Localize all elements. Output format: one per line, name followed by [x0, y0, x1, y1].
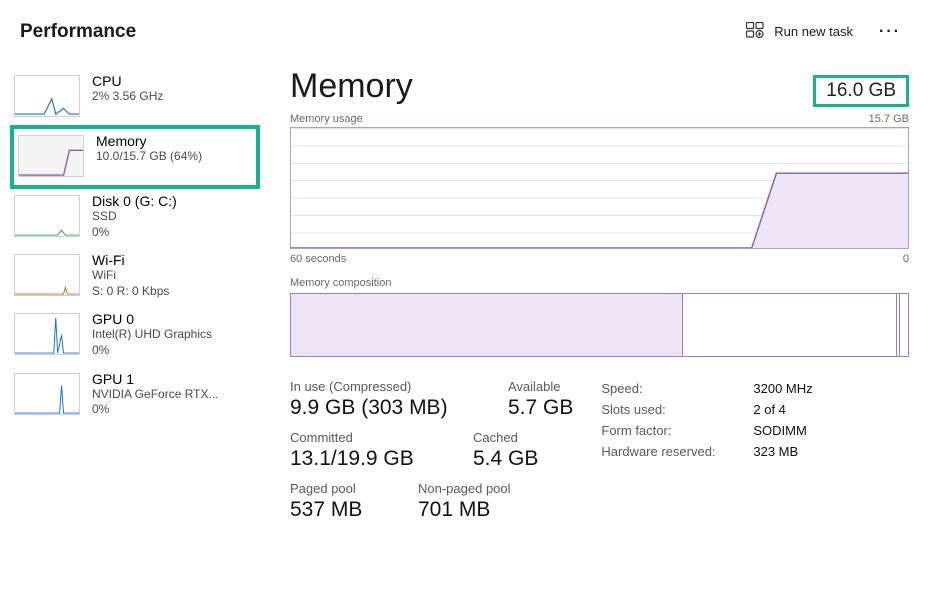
- gpu1-thumb: [14, 373, 80, 415]
- committed-label: Committed: [290, 430, 445, 445]
- sidebar-item-sub: Intel(R) UHD Graphics: [92, 327, 212, 343]
- sidebar-item-sub: 10.0/15.7 GB (64%): [96, 149, 202, 165]
- nonpaged-value: 701 MB: [418, 498, 511, 522]
- committed-value: 13.1/19.9 GB: [290, 447, 445, 471]
- composition-label: Memory composition: [290, 277, 909, 289]
- sidebar-item-label: Disk 0 (G: C:): [92, 193, 177, 209]
- hw-formfactor-val: SODIMM: [753, 423, 806, 438]
- hardware-info: Speed: 3200 MHz Slots used: 2 of 4 Form …: [601, 381, 812, 532]
- memory-thumb: [18, 135, 84, 177]
- sidebar-item-sub2: S: 0 R: 0 Kbps: [92, 284, 169, 300]
- page-title: Performance: [20, 21, 136, 43]
- usage-chart-max: 15.7 GB: [869, 113, 909, 125]
- sidebar-item-cpu[interactable]: CPU 2% 3.56 GHz: [10, 69, 260, 125]
- hw-formfactor-key: Form factor:: [601, 423, 741, 438]
- sidebar-item-gpu0[interactable]: GPU 0 Intel(R) UHD Graphics 0%: [10, 307, 260, 366]
- cpu-thumb: [14, 75, 80, 117]
- cached-label: Cached: [473, 430, 538, 445]
- sidebar-item-memory[interactable]: Memory 10.0/15.7 GB (64%): [10, 125, 260, 189]
- sidebar-item-sub: SSD: [92, 209, 177, 225]
- gpu0-thumb: [14, 313, 80, 355]
- disk-thumb: [14, 195, 80, 237]
- x-axis-left: 60 seconds: [290, 253, 346, 265]
- hw-speed-val: 3200 MHz: [753, 381, 812, 396]
- capacity-badge: 16.0 GB: [813, 75, 909, 107]
- composition-in-use: [291, 294, 683, 356]
- composition-tail: [900, 294, 908, 356]
- sidebar-item-label: Wi-Fi: [92, 252, 169, 268]
- sidebar-item-sub: WiFi: [92, 268, 169, 284]
- sidebar-item-label: Memory: [96, 133, 202, 149]
- x-axis-right: 0: [903, 253, 909, 265]
- hw-reserved-key: Hardware reserved:: [601, 444, 741, 459]
- in-use-label: In use (Compressed): [290, 379, 480, 394]
- sidebar-item-wifi[interactable]: Wi-Fi WiFi S: 0 R: 0 Kbps: [10, 248, 260, 307]
- paged-value: 537 MB: [290, 498, 390, 522]
- memory-usage-chart: [290, 127, 909, 249]
- composition-available: [683, 294, 896, 356]
- paged-label: Paged pool: [290, 481, 390, 496]
- sidebar-item-label: GPU 0: [92, 311, 212, 327]
- main-panel: Memory 16.0 GB Memory usage 15.7 GB 60 s…: [260, 57, 927, 599]
- sidebar-item-sub: 2% 3.56 GHz: [92, 89, 163, 105]
- available-label: Available: [508, 379, 573, 394]
- nonpaged-label: Non-paged pool: [418, 481, 511, 496]
- sidebar-item-label: GPU 1: [92, 371, 218, 387]
- memory-composition-bar: [290, 293, 909, 357]
- more-options-button[interactable]: ···: [875, 19, 905, 45]
- wifi-thumb: [14, 254, 80, 296]
- sidebar-item-sub: NVIDIA GeForce RTX...: [92, 387, 218, 403]
- main-title: Memory: [290, 67, 413, 106]
- hw-slots-key: Slots used:: [601, 402, 741, 417]
- sidebar-item-sub2: 0%: [92, 402, 218, 418]
- header-actions: Run new task ···: [742, 18, 905, 45]
- run-task-label: Run new task: [774, 24, 853, 39]
- run-new-task-button[interactable]: Run new task: [742, 18, 857, 45]
- sidebar-item-gpu1[interactable]: GPU 1 NVIDIA GeForce RTX... 0%: [10, 367, 260, 426]
- cached-value: 5.4 GB: [473, 447, 538, 471]
- sidebar: CPU 2% 3.56 GHz Memory 10.0/15.7 GB (64%…: [0, 57, 260, 599]
- sidebar-item-disk0[interactable]: Disk 0 (G: C:) SSD 0%: [10, 189, 260, 248]
- in-use-value: 9.9 GB (303 MB): [290, 396, 480, 420]
- sidebar-item-sub2: 0%: [92, 343, 212, 359]
- hw-slots-val: 2 of 4: [753, 402, 786, 417]
- hw-speed-key: Speed:: [601, 381, 741, 396]
- sidebar-item-sub2: 0%: [92, 225, 177, 241]
- usage-chart-label: Memory usage: [290, 113, 363, 125]
- run-task-icon: [746, 22, 764, 41]
- sidebar-item-label: CPU: [92, 73, 163, 89]
- available-value: 5.7 GB: [508, 396, 573, 420]
- hw-reserved-val: 323 MB: [753, 444, 798, 459]
